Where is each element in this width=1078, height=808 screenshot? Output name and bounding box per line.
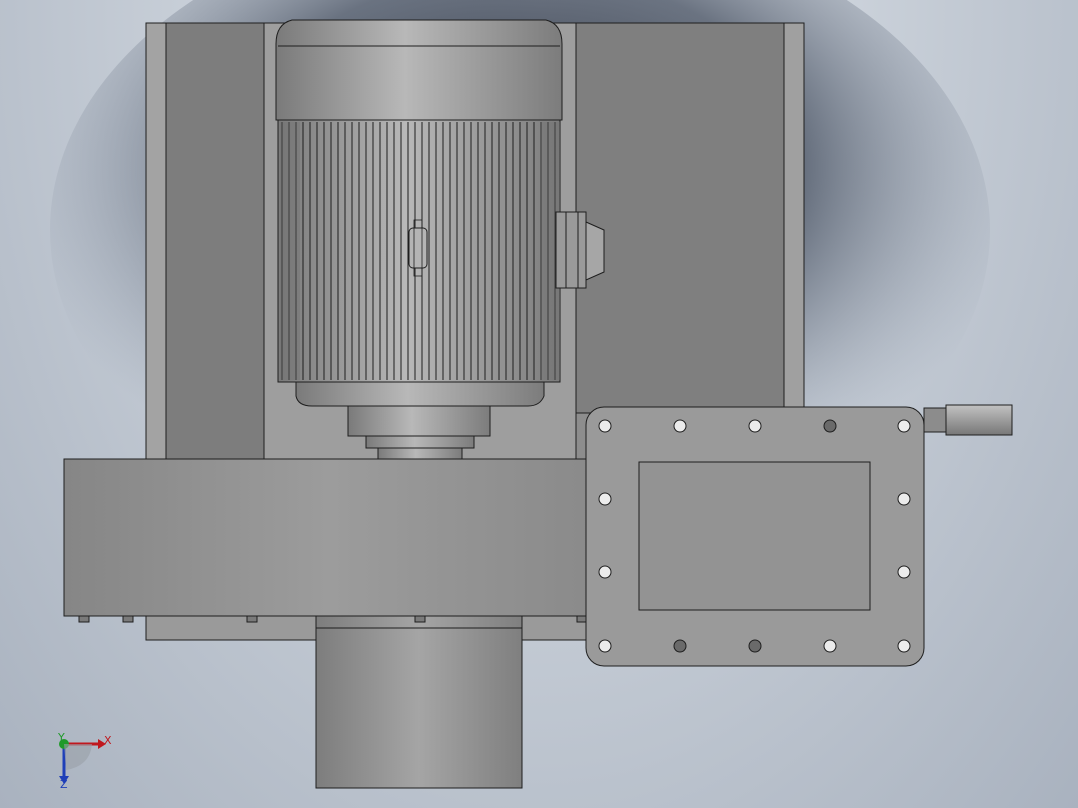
nameplate-slot <box>408 227 428 269</box>
motor-shaft-base <box>377 447 463 461</box>
bolt-icon <box>246 615 258 623</box>
motor-adapter <box>347 405 491 437</box>
bolt-hole-icon <box>897 419 911 433</box>
bolt-hole-icon <box>748 639 762 653</box>
blower-motor-model[interactable]: X Y Z <box>0 0 1078 808</box>
triad-z-label: Z <box>60 778 68 791</box>
inlet-duct[interactable] <box>315 615 523 789</box>
bolt-hole-icon <box>598 492 612 506</box>
frame-right-column <box>783 22 805 414</box>
frame-left-panel <box>165 22 265 464</box>
triad-shading <box>64 744 92 770</box>
bolt-hole-icon <box>598 565 612 579</box>
motor-flange[interactable] <box>295 381 545 407</box>
side-pipe[interactable] <box>923 404 1013 436</box>
bolt-icon <box>78 615 90 623</box>
bolt-hole-icon <box>897 492 911 506</box>
bolt-hole-icon <box>598 419 612 433</box>
bolt-hole-icon <box>897 639 911 653</box>
bolt-hole-icon <box>823 419 837 433</box>
bolt-icon <box>414 615 426 623</box>
bolt-hole-icon <box>673 639 687 653</box>
bolt-icon <box>122 615 134 623</box>
cad-viewport[interactable]: X Y Z <box>0 0 1078 808</box>
triad-x-label: X <box>104 734 112 747</box>
volute-housing[interactable] <box>63 458 595 617</box>
frame-left-column <box>145 22 167 464</box>
bolt-hole-icon <box>823 639 837 653</box>
bolt-hole-icon <box>897 565 911 579</box>
motor-fan-cover[interactable] <box>275 19 563 121</box>
triad-y-label: Y <box>57 731 65 744</box>
outlet-opening[interactable] <box>638 461 871 611</box>
frame-right-panel <box>575 22 785 414</box>
bolt-hole-icon <box>673 419 687 433</box>
coordinate-triad: X Y Z <box>57 731 112 791</box>
bolt-hole-icon <box>748 419 762 433</box>
fin-shading <box>280 122 300 380</box>
bolt-hole-icon <box>598 639 612 653</box>
motor-shaft-collar <box>365 435 475 449</box>
